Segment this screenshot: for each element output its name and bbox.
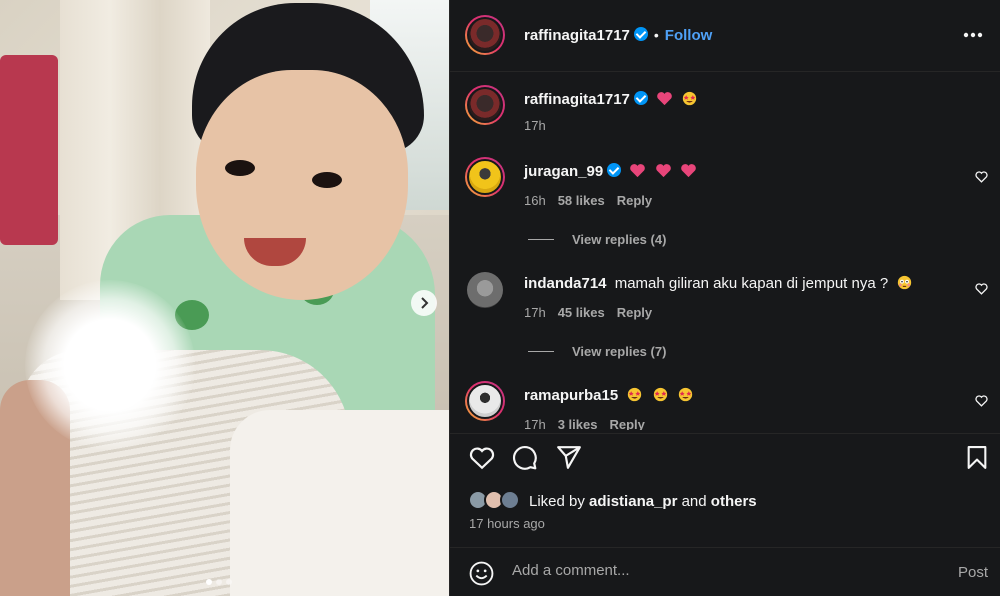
photo-blur-glow [25, 280, 195, 450]
comment-avatar[interactable] [467, 272, 503, 308]
pink-heart-emoji-icon [655, 164, 671, 178]
post-side-panel: raffinagita1717 • Follow raffinagita1717 1… [449, 0, 1000, 596]
photo-eye [312, 172, 342, 188]
header-separator: • [653, 27, 659, 43]
star-struck-emoji-icon [628, 387, 642, 402]
verified-badge-icon [633, 27, 648, 41]
verified-badge-icon [607, 163, 622, 177]
liked-by-user[interactable]: adistiana_pr [589, 493, 677, 510]
comment-bubble-icon[interactable] [512, 445, 538, 471]
photo-face [196, 70, 408, 300]
pink-heart-emoji-icon [630, 164, 646, 178]
liked-by-avatars [468, 490, 520, 510]
comment-avatar[interactable] [465, 157, 505, 197]
view-replies-label: View replies (4) [572, 232, 667, 247]
emoji-picker-icon[interactable] [469, 561, 494, 586]
author-username[interactable]: raffinagita1717 [524, 27, 630, 44]
comment-avatar[interactable] [465, 381, 505, 421]
post-comment-button[interactable]: Post [958, 564, 988, 581]
liked-by-avatar [500, 490, 520, 510]
reply-button[interactable]: Reply [617, 305, 652, 320]
verified-badge-icon [633, 91, 648, 105]
comment-line: juragan_99 [524, 163, 697, 180]
comment-text: mamah giliran aku kapan di jemput nya ? [614, 275, 889, 292]
star-struck-emoji-icon [653, 387, 667, 402]
comment-bar: Post [450, 547, 1000, 596]
view-replies-label: View replies (7) [572, 344, 667, 359]
comment-time: 17h [524, 305, 546, 320]
view-replies-line [528, 351, 554, 352]
comment-time: 17h [524, 417, 546, 430]
carousel-dot [226, 579, 232, 585]
save-bookmark-icon[interactable] [966, 445, 988, 470]
star-struck-emoji-icon [678, 387, 692, 402]
follow-button[interactable]: Follow [665, 27, 713, 44]
like-comment-heart-icon[interactable] [975, 283, 988, 295]
like-heart-icon[interactable] [469, 446, 495, 470]
caption-time: 17h [524, 118, 546, 133]
post-photo[interactable] [0, 0, 449, 596]
liked-by-and: and [681, 493, 707, 510]
header-line: raffinagita1717 • Follow [524, 27, 712, 44]
chevron-right-icon [421, 297, 429, 309]
photo-blanket [230, 410, 449, 596]
liked-by-prefix: Liked by [529, 493, 585, 510]
carousel-dots [206, 579, 232, 585]
view-replies-button[interactable]: View replies (4) [528, 232, 666, 247]
like-comment-heart-icon[interactable] [975, 395, 988, 407]
reply-button[interactable]: Reply [617, 193, 652, 208]
comment-line: ramapurba15 [524, 387, 694, 404]
post-header: raffinagita1717 • Follow [450, 0, 1000, 72]
photo-chair [0, 55, 58, 245]
comment-username[interactable]: ramapurba15 [524, 387, 618, 404]
comment-username[interactable]: indanda714 [524, 275, 607, 292]
comment-meta: 17h 3 likes Reply [524, 417, 645, 430]
caption-username[interactable]: raffinagita1717 [524, 91, 630, 108]
photo-eye [225, 160, 255, 176]
pink-heart-emoji-icon [680, 164, 696, 178]
share-paper-plane-icon[interactable] [556, 445, 582, 470]
like-comment-heart-icon[interactable] [975, 171, 988, 183]
comment-meta: 17h 45 likes Reply [524, 305, 652, 320]
view-replies-button[interactable]: View replies (7) [528, 344, 666, 359]
comment-meta: 16h 58 likes Reply [524, 193, 652, 208]
comment-input[interactable] [512, 562, 912, 579]
post-actions: Liked by adistiana_pr and others 17 hour… [450, 433, 1000, 545]
carousel-dot [216, 579, 222, 585]
comment-likes[interactable]: 3 likes [558, 417, 598, 430]
liked-by-line: Liked by adistiana_pr and others [529, 493, 757, 510]
comment-likes[interactable]: 58 likes [558, 193, 605, 208]
liked-by-others[interactable]: others [711, 493, 757, 510]
comment-username[interactable]: juragan_99 [524, 163, 603, 180]
reply-button[interactable]: Reply [609, 417, 644, 430]
view-replies-line [528, 239, 554, 240]
caption-meta: 17h [524, 118, 546, 133]
caption-author-avatar[interactable] [465, 85, 505, 125]
carousel-next-button[interactable] [411, 290, 437, 316]
post-timestamp[interactable]: 17 hours ago [469, 516, 545, 531]
more-options-icon[interactable] [963, 32, 983, 38]
comment-time: 16h [524, 193, 546, 208]
comment-line: indanda714 mamah giliran aku kapan di je… [524, 275, 913, 292]
caption-line: raffinagita1717 [524, 91, 698, 108]
flushed-face-emoji-icon [898, 275, 912, 290]
star-struck-emoji-icon [683, 91, 697, 106]
pink-heart-emoji-icon [657, 92, 672, 106]
carousel-dot [206, 579, 212, 585]
author-avatar[interactable] [465, 15, 505, 55]
comment-likes[interactable]: 45 likes [558, 305, 605, 320]
